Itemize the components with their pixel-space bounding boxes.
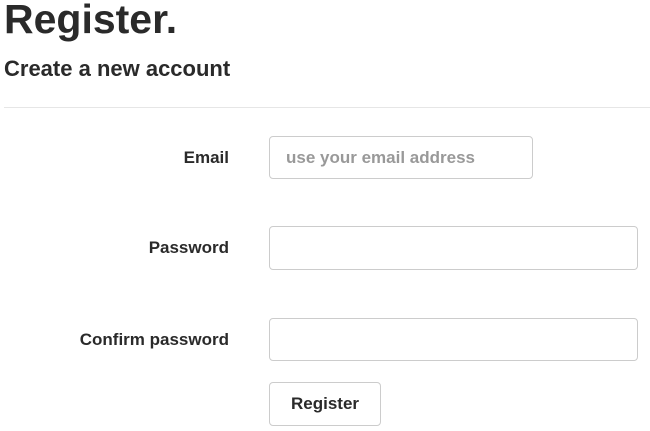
email-field[interactable]: [269, 136, 533, 179]
register-button[interactable]: Register: [269, 382, 381, 426]
divider: [4, 107, 650, 108]
password-field[interactable]: [269, 226, 638, 270]
page-subtitle: Create a new account: [4, 56, 231, 81]
password-label: Password: [148, 238, 229, 257]
email-label: Email: [183, 148, 229, 167]
confirm-password-field[interactable]: [269, 318, 638, 361]
page-title: Register.: [4, 0, 178, 42]
confirm-password-label: Confirm password: [79, 330, 229, 349]
